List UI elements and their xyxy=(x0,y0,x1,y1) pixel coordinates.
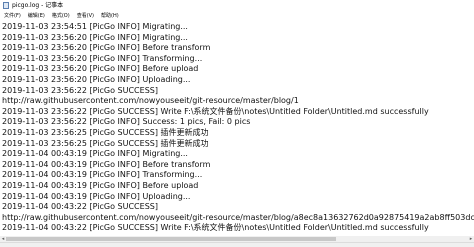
log-line: http://raw.githubusercontent.com/nowyous… xyxy=(2,212,474,222)
log-line: 2019-11-04 00:43:19 [PicGo INFO] Transfo… xyxy=(2,170,203,180)
log-line: 2019-11-03 23:56:22 [PicGo SUCCESS] xyxy=(2,85,158,95)
log-line: 2019-11-03 23:56:25 [PicGo SUCCESS] 插件更新… xyxy=(2,138,209,148)
status-bar xyxy=(0,242,474,247)
log-line: 2019-11-04 00:43:19 [PicGo INFO] Before … xyxy=(2,159,211,169)
log-line: 2019-11-03 23:56:25 [PicGo SUCCESS] 插件更新… xyxy=(2,128,209,137)
text-editor[interactable]: 2019-11-03 23:54:51 [PicGo INFO] Migrati… xyxy=(0,22,474,232)
title-bar: picgo.log - 记事本 xyxy=(0,0,474,11)
menu-format[interactable]: 格式(O) xyxy=(48,11,73,21)
log-line: 2019-11-03 23:54:51 [PicGo INFO] Migrati… xyxy=(2,22,188,31)
log-line: 2019-11-04 00:43:22 [PicGo SUCCESS] Writ… xyxy=(2,223,429,232)
log-line: 2019-11-03 23:56:20 [PicGo INFO] Before … xyxy=(2,64,199,74)
menu-help[interactable]: 帮助(H) xyxy=(97,11,122,21)
menu-file[interactable]: 文件(F) xyxy=(0,11,24,21)
log-line: 2019-11-03 23:56:20 [PicGo INFO] Migrati… xyxy=(2,32,188,42)
menu-bar: 文件(F) 编辑(E) 格式(O) 查看(V) 帮助(H) xyxy=(0,11,474,21)
menu-edit[interactable]: 编辑(E) xyxy=(24,11,48,21)
log-line: 2019-11-04 00:43:19 [PicGo INFO] Migrati… xyxy=(2,149,188,159)
log-line: 2019-11-04 00:43:19 [PicGo INFO] Uploadi… xyxy=(2,191,191,201)
notepad-icon xyxy=(3,2,9,9)
menu-view[interactable]: 查看(V) xyxy=(73,11,97,21)
log-line: 2019-11-03 23:56:20 [PicGo INFO] Transfo… xyxy=(2,53,203,63)
log-line: 2019-11-03 23:56:20 [PicGo INFO] Uploadi… xyxy=(2,75,191,84)
window-title: picgo.log - 记事本 xyxy=(12,2,64,9)
log-line: 2019-11-04 00:43:22 [PicGo SUCCESS] xyxy=(2,202,158,212)
log-line: http://raw.githubusercontent.com/nowyous… xyxy=(2,96,299,106)
scrollbar-thumb[interactable] xyxy=(6,237,336,241)
log-line: 2019-11-03 23:56:20 [PicGo INFO] Before … xyxy=(2,43,211,53)
log-line: 2019-11-03 23:56:22 [PicGo INFO] Success… xyxy=(2,117,251,127)
notepad-window: picgo.log - 记事本 文件(F) 编辑(E) 格式(O) 查看(V) … xyxy=(0,0,474,247)
log-line: 2019-11-04 00:43:19 [PicGo INFO] Before … xyxy=(2,181,199,190)
log-line: 2019-11-03 23:56:22 [PicGo SUCCESS] Writ… xyxy=(2,106,429,116)
